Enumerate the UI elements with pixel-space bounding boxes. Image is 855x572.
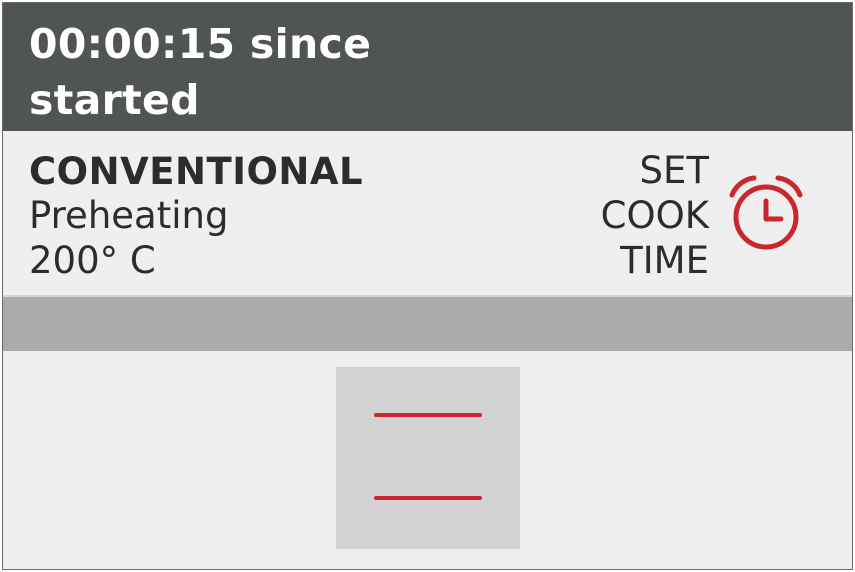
cooking-phase-label: Preheating [29,194,229,237]
cooking-mode-label: CONVENTIONAL [29,150,364,193]
oven-cavity-icon [336,367,520,549]
set-cook-time-line-2: COOK [600,194,709,237]
set-cook-time-label: SET COOK TIME [601,148,709,283]
top-heating-element-icon [374,413,482,417]
temperature-label: 200° C [29,239,156,282]
elapsed-time-header: 00:00:15 since started [3,3,852,131]
elapsed-time-text: 00:00:15 since started [29,20,372,124]
set-cook-time-button[interactable]: SET COOK TIME [575,148,811,290]
cooking-status-panel: CONVENTIONAL Preheating 200° C SET COOK … [3,131,852,297]
preheat-progress-bar [3,297,852,351]
set-cook-time-line-3: TIME [620,239,709,282]
alarm-clock-icon [729,175,803,250]
oven-display-screen: 00:00:15 since started CONVENTIONAL Preh… [2,2,853,570]
set-cook-time-line-1: SET [639,149,709,192]
bottom-heating-element-icon [374,496,482,500]
oven-visual-panel [3,351,852,569]
